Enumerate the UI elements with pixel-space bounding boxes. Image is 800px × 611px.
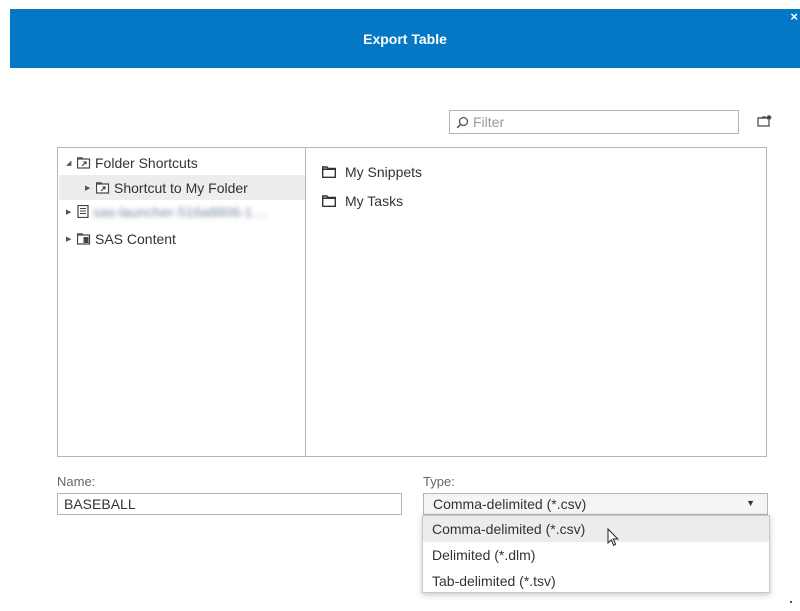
type-label: Type: [423, 474, 455, 489]
mouse-cursor-icon [607, 528, 619, 546]
corner-mark [790, 601, 792, 603]
folder-contents: My Snippets My Tasks [307, 148, 766, 456]
filter-box[interactable] [449, 110, 739, 134]
folder-shortcut-icon [96, 181, 110, 194]
new-folder-button[interactable] [757, 114, 773, 131]
expand-triangle-icon[interactable]: ▶ [85, 184, 93, 192]
folder-item-label: My Snippets [345, 164, 423, 180]
filter-input[interactable] [473, 114, 713, 130]
folder-icon [322, 195, 336, 207]
folder-item-my-tasks[interactable]: My Tasks [322, 190, 403, 212]
name-label: Name: [57, 474, 96, 489]
folder-tree: ◢ Folder Shortcuts ▶ Shortcut to My Fold… [58, 148, 306, 456]
type-option-csv[interactable]: Comma-delimited (*.csv) [423, 516, 769, 542]
collapse-triangle-icon[interactable]: ◢ [66, 159, 74, 167]
tree-item-server[interactable]: ▶ sas-launcher-516a8806-1… [66, 199, 296, 224]
name-input[interactable] [57, 493, 402, 515]
server-icon [77, 205, 89, 218]
expand-triangle-icon[interactable]: ▶ [66, 208, 74, 216]
tree-item-label: Folder Shortcuts [95, 154, 198, 171]
type-option-tsv[interactable]: Tab-delimited (*.tsv) [423, 568, 769, 594]
tree-item-label: Shortcut to My Folder [114, 179, 248, 196]
tree-item-shortcut-to-my-folder[interactable]: ▶ Shortcut to My Folder [59, 175, 305, 200]
tree-item-label: SAS Content [95, 230, 176, 247]
type-select[interactable]: Comma-delimited (*.csv) ▼ [423, 493, 768, 515]
new-folder-icon [757, 115, 772, 127]
folder-item-my-snippets[interactable]: My Snippets [322, 161, 422, 183]
tree-item-sas-content[interactable]: ▶ SAS Content [66, 226, 296, 251]
folder-shortcut-icon [77, 156, 91, 169]
folder-icon [322, 166, 336, 178]
folder-browser: ◢ Folder Shortcuts ▶ Shortcut to My Fold… [57, 147, 767, 457]
expand-triangle-icon[interactable]: ▶ [66, 235, 74, 243]
sas-content-icon [77, 232, 91, 245]
folder-item-label: My Tasks [345, 193, 404, 209]
tree-item-folder-shortcuts[interactable]: ◢ Folder Shortcuts [66, 150, 296, 175]
dialog-title: Export Table [363, 30, 447, 47]
type-selected-value: Comma-delimited (*.csv) [433, 496, 587, 512]
type-dropdown-menu: Comma-delimited (*.csv) Delimited (*.dlm… [422, 515, 770, 593]
close-button[interactable]: × [790, 10, 798, 24]
tree-item-label: sas-launcher-516a8806-1… [93, 203, 267, 220]
type-option-dlm[interactable]: Delimited (*.dlm) [423, 542, 769, 568]
dialog-header: Export Table × [10, 9, 800, 68]
search-icon [456, 116, 469, 128]
dropdown-arrow-icon: ▼ [746, 498, 755, 508]
